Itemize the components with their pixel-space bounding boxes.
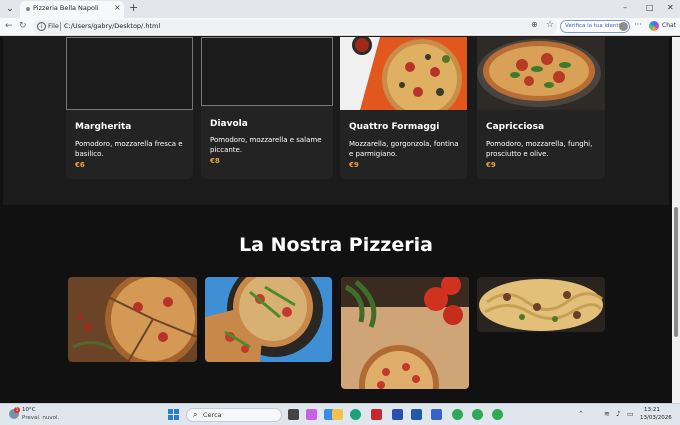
card-price: €9 [486, 161, 496, 169]
profile-avatar-icon [619, 22, 628, 31]
favorite-star-icon[interactable]: ☆ [546, 20, 554, 30]
tab-close-icon[interactable]: × [114, 3, 121, 12]
gallery-title: La Nostra Pizzeria [239, 234, 433, 256]
volume-icon[interactable]: ♪ [616, 410, 620, 418]
url-text[interactable]: C:/Users/gabry/Desktop/.html [64, 22, 160, 30]
file-scheme-label: File [48, 22, 59, 30]
gallery-image-pasta[interactable] [477, 277, 605, 332]
card-title: Capricciosa [486, 122, 545, 132]
file-explorer-icon[interactable] [332, 409, 343, 420]
card-description: Pomodoro, mozzarella e salame piccante. [210, 136, 322, 154]
more-menu-icon[interactable]: ··· [634, 20, 642, 29]
windows-start-icon[interactable] [168, 409, 179, 420]
tab-actions-icon[interactable]: ⌄ [3, 2, 17, 16]
menu-card-capricciosa[interactable]: Capricciosa Pomodoro, mozzarella, funghi… [477, 37, 605, 179]
menu-card-diavola[interactable]: Diavola Pomodoro, mozzarella e salame pi… [201, 37, 333, 179]
store-app-icon[interactable] [411, 409, 422, 420]
gallery-image-pizza-tomatoes[interactable] [341, 277, 469, 389]
card-price: €9 [349, 161, 359, 169]
clock-date[interactable]: 13/03/2026 [640, 415, 672, 421]
chrome-icon-3[interactable] [492, 409, 503, 420]
search-placeholder: Cerca [203, 411, 222, 419]
taskbar-search-box[interactable]: ⌕ Cerca [186, 408, 282, 422]
weather-description[interactable]: Preval. nuvol. [22, 415, 59, 421]
zoom-icon[interactable]: ⊕ [531, 20, 538, 29]
tab-title: Pizzeria Bella Napoli [33, 4, 99, 12]
address-bar[interactable]: i File C:/Users/gabry/Desktop/.html [33, 20, 557, 34]
windows-taskbar: 1 10°C Preval. nuvol. ⌕ Cerca ⌃ ≋ ♪ ▭ 13… [0, 403, 680, 425]
minimize-button[interactable]: – [623, 3, 627, 12]
calculator-app-icon[interactable] [431, 409, 442, 420]
menu-card-margherita[interactable]: Margherita Pomodoro, mozzarella fresca e… [66, 37, 193, 179]
battery-icon[interactable]: ▭ [627, 410, 634, 418]
pizza-photo-image [477, 37, 605, 110]
weather-badge: 1 [14, 407, 20, 413]
card-title: Quattro Formaggi [349, 122, 440, 132]
wifi-icon[interactable]: ≋ [604, 410, 610, 418]
verify-identity-button[interactable]: Verifica la tua identità [560, 20, 630, 33]
browser-tab-bar: ⌄ Pizzeria Bella Napoli × + – □ ✕ [0, 0, 680, 18]
chrome-icon-1[interactable] [452, 409, 463, 420]
web-page: Margherita Pomodoro, mozzarella fresca e… [0, 37, 672, 403]
copilot-app-icon[interactable] [306, 409, 317, 420]
card-title: Margherita [75, 122, 132, 132]
page-scrollbar[interactable] [672, 37, 680, 403]
task-view-icon[interactable] [288, 409, 299, 420]
chrome-icon-2[interactable] [472, 409, 483, 420]
site-info-icon[interactable]: i [37, 22, 46, 31]
back-button[interactable]: ← [5, 21, 13, 31]
scrollbar-thumb[interactable] [674, 207, 678, 337]
pizza-photo-image [340, 37, 467, 110]
chat-button-label[interactable]: Chat [662, 22, 676, 29]
gallery-image-pizza-arugula[interactable] [205, 277, 332, 362]
card-title: Diavola [210, 119, 248, 129]
browser-tab[interactable]: Pizzeria Bella Napoli × [20, 1, 124, 18]
verify-identity-label: Verifica la tua identità [565, 23, 626, 29]
tray-expand-icon[interactable]: ⌃ [578, 410, 584, 418]
card-price: €8 [210, 157, 220, 165]
copilot-icon[interactable] [649, 21, 659, 31]
url-divider [60, 22, 61, 31]
menu-section: Margherita Pomodoro, mozzarella fresca e… [3, 37, 669, 205]
clock-time[interactable]: 13:21 [644, 407, 660, 413]
pizza-image-placeholder [201, 37, 333, 106]
maximize-button[interactable]: □ [646, 3, 654, 12]
card-description: Pomodoro, mozzarella fresca e basilico. [75, 140, 183, 158]
card-description: Mozzarella, gorgonzola, fontina e parmig… [349, 140, 459, 158]
close-window-button[interactable]: ✕ [667, 3, 674, 12]
search-icon: ⌕ [193, 410, 198, 419]
refresh-button[interactable]: ↻ [19, 21, 27, 31]
menu-card-quattro-formaggi[interactable]: Quattro Formaggi Mozzarella, gorgonzola,… [340, 37, 467, 179]
card-price: €6 [75, 161, 85, 169]
pizza-image-placeholder [66, 37, 193, 110]
edge-browser-icon[interactable] [350, 409, 361, 420]
card-description: Pomodoro, mozzarella, funghi, prosciutto… [486, 140, 593, 158]
new-tab-button[interactable]: + [129, 2, 138, 14]
tab-favicon-icon [26, 7, 30, 11]
vscode-icon[interactable] [392, 409, 403, 420]
mcafee-icon[interactable] [371, 409, 382, 420]
gallery-image-pizza-slices[interactable] [68, 277, 197, 362]
weather-temperature[interactable]: 10°C [22, 407, 36, 413]
